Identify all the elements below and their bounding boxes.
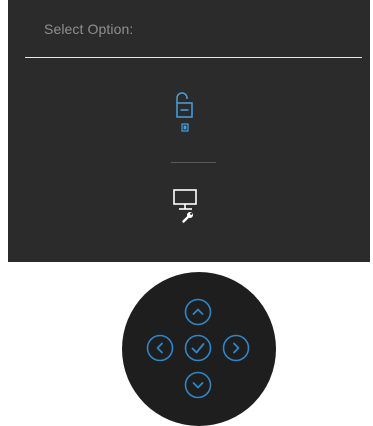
option-separator (171, 162, 216, 163)
joystick-left-button[interactable] (145, 333, 175, 363)
joystick-right-button[interactable] (221, 333, 251, 363)
chevron-down-icon (184, 371, 212, 399)
unlock-icon (176, 92, 193, 132)
unlock-option-button[interactable] (171, 90, 205, 136)
select-option-label: Select Option: (44, 21, 134, 37)
joystick-down-button[interactable] (183, 370, 213, 400)
display-diagnostics-option-button[interactable] (171, 186, 215, 232)
header-divider (25, 57, 362, 58)
joystick-up-button[interactable] (183, 297, 213, 327)
chevron-left-icon (146, 334, 174, 362)
chevron-right-icon (222, 334, 250, 362)
joystick-confirm-button[interactable] (183, 333, 213, 363)
checkmark-icon (184, 334, 212, 362)
osd-menu-panel: Select Option: (8, 0, 370, 262)
chevron-up-icon (184, 298, 212, 326)
display-diagnostics-icon (173, 189, 197, 223)
